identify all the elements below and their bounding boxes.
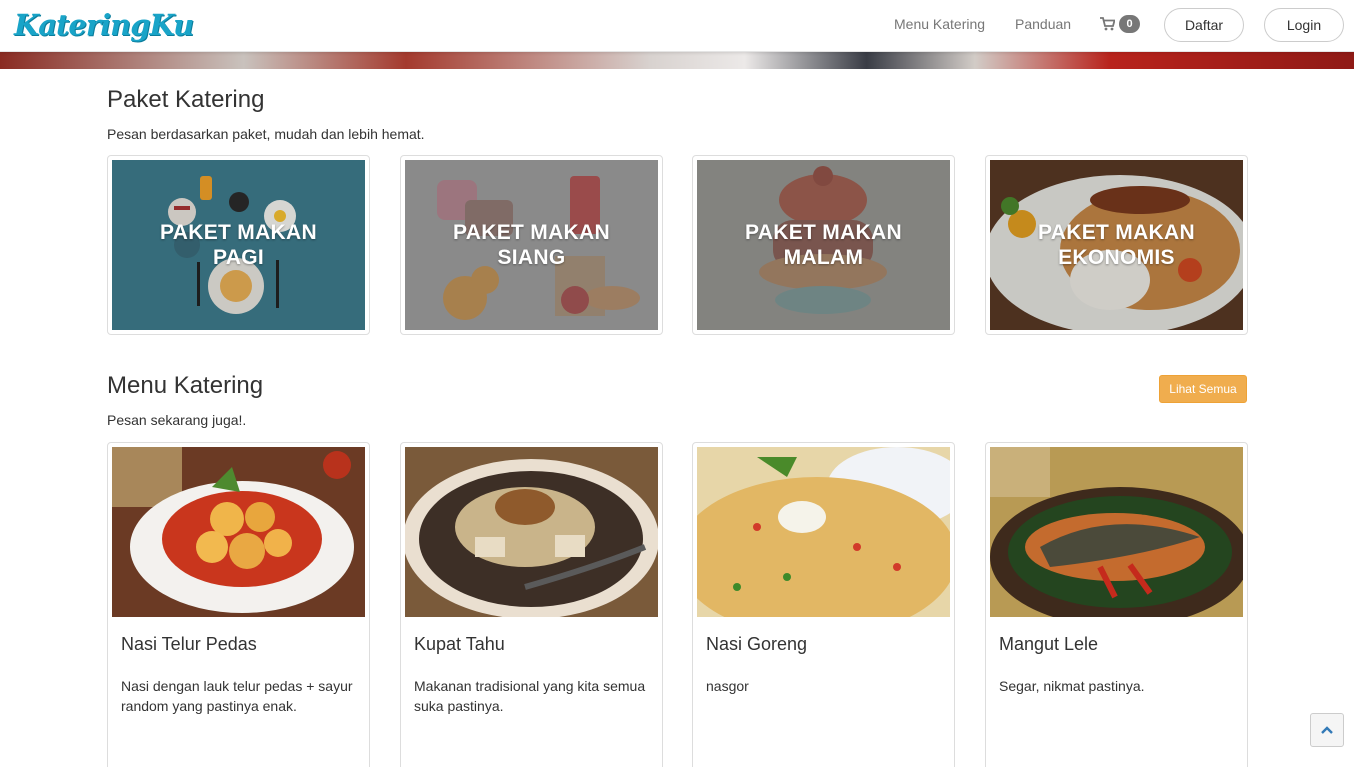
lihat-semua-button[interactable]: Lihat Semua	[1159, 375, 1247, 403]
daftar-button[interactable]: Daftar	[1164, 8, 1244, 42]
menu-description: nasgor	[706, 678, 749, 694]
scroll-to-top-button[interactable]	[1310, 713, 1344, 747]
cart-count-badge: 0	[1119, 15, 1140, 33]
paket-image-siang: PAKET MAKAN SIANG	[405, 160, 658, 330]
menu-card-nasi-telur-pedas[interactable]: Nasi Telur Pedas Nasi dengan lauk telur …	[107, 442, 370, 767]
paket-label-siang: PAKET MAKAN SIANG	[453, 221, 610, 269]
nasi-telur-pedas-photo	[112, 447, 365, 617]
paket-card-pagi[interactable]: PAKET MAKAN PAGI	[107, 155, 370, 335]
paket-card-ekonomis[interactable]: PAKET MAKAN EKONOMIS	[985, 155, 1248, 335]
menu-name: Kupat Tahu	[414, 634, 505, 654]
paket-image-pagi: PAKET MAKAN PAGI	[112, 160, 365, 330]
menu-description: Nasi dengan lauk telur pedas + sayur ran…	[121, 678, 353, 714]
kupat-tahu-photo	[405, 447, 658, 617]
menu-section-subtitle: Pesan sekarang juga!.	[107, 412, 247, 428]
navbar: KateringKu Menu Katering Panduan 0 Dafta…	[0, 0, 1354, 52]
menu-card-nasi-goreng[interactable]: Nasi Goreng nasgor	[692, 442, 955, 767]
cart-icon	[1100, 17, 1115, 31]
paket-card-malam[interactable]: PAKET MAKAN MALAM	[692, 155, 955, 335]
menu-description: Segar, nikmat pastinya.	[999, 678, 1145, 694]
paket-label-malam: PAKET MAKAN MALAM	[745, 221, 902, 269]
menu-image-nasi-telur-pedas	[112, 447, 365, 617]
paket-label-ekonomis: PAKET MAKAN EKONOMIS	[1038, 221, 1195, 269]
paket-section-subtitle: Pesan berdasarkan paket, mudah dan lebih…	[107, 126, 425, 142]
paket-image-malam: PAKET MAKAN MALAM	[697, 160, 950, 330]
menu-image-kupat-tahu	[405, 447, 658, 617]
paket-section-title: Paket Katering	[107, 86, 265, 113]
mangut-lele-photo	[990, 447, 1243, 617]
menu-name: Mangut Lele	[999, 634, 1099, 654]
cart-link[interactable]: 0	[1100, 15, 1140, 33]
menu-name: Nasi Telur Pedas	[121, 634, 257, 654]
nav-menu-katering[interactable]: Menu Katering	[894, 16, 985, 32]
paket-image-ekonomis: PAKET MAKAN EKONOMIS	[990, 160, 1243, 330]
login-button[interactable]: Login	[1264, 8, 1344, 42]
menu-image-nasi-goreng	[697, 447, 950, 617]
menu-card-mangut-lele[interactable]: Mangut Lele Segar, nikmat pastinya.	[985, 442, 1248, 767]
menu-description: Makanan tradisional yang kita semua suka…	[414, 678, 646, 714]
paket-card-siang[interactable]: PAKET MAKAN SIANG	[400, 155, 663, 335]
menu-name: Nasi Goreng	[706, 634, 808, 654]
menu-image-mangut-lele	[990, 447, 1243, 617]
brand-logo[interactable]: KateringKu	[14, 8, 194, 42]
chevron-up-icon	[1321, 726, 1333, 734]
nav-panduan[interactable]: Panduan	[1015, 16, 1071, 32]
menu-section-title: Menu Katering	[107, 372, 264, 399]
paket-label-pagi: PAKET MAKAN PAGI	[160, 221, 317, 269]
menu-card-kupat-tahu[interactable]: Kupat Tahu Makanan tradisional yang kita…	[400, 442, 663, 767]
nasi-goreng-photo	[697, 447, 950, 617]
